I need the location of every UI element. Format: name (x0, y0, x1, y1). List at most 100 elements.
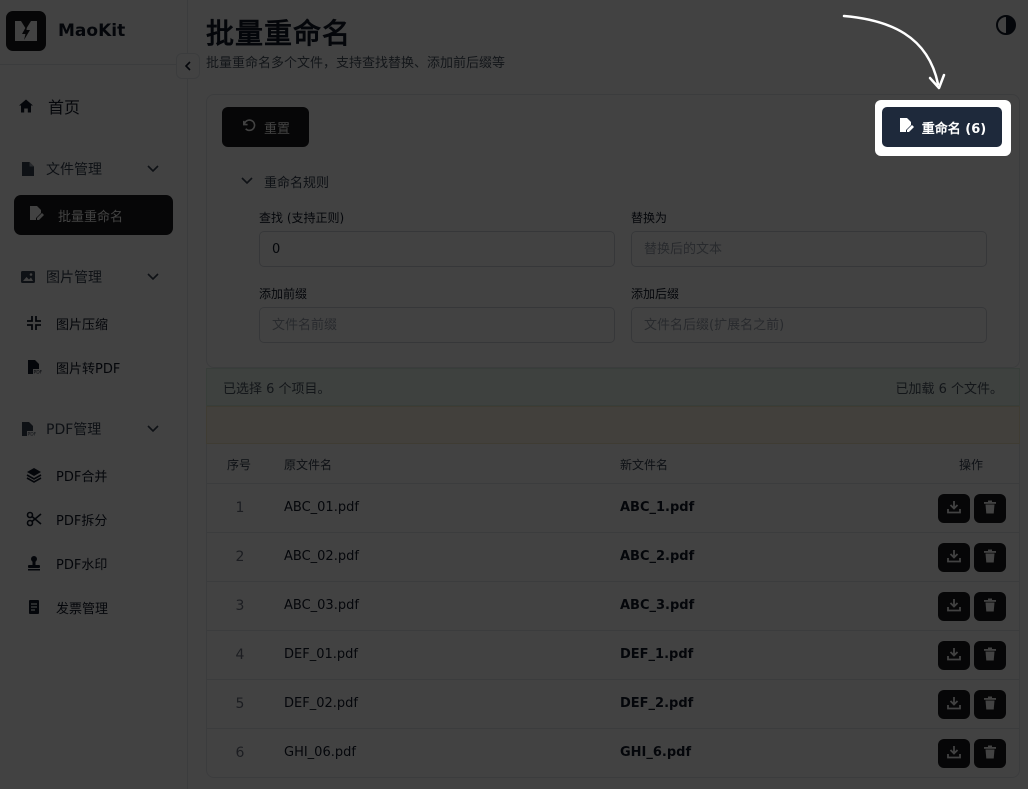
chevron-down-icon (146, 161, 160, 179)
row-old-name: DEF_02.pdf (284, 696, 358, 711)
sidebar-item-home[interactable]: 首页 (18, 94, 80, 118)
download-icon (947, 696, 961, 714)
table-row[interactable]: 5 DEF_02.pdf DEF_2.pdf (207, 680, 1019, 729)
rename-rules-toggle[interactable]: 重命名规则 (240, 172, 329, 191)
layers-icon (26, 467, 42, 483)
sidebar-group-label: PDF管理 (46, 422, 102, 438)
trash-icon (983, 598, 997, 616)
lightning-logo-icon (6, 11, 46, 51)
row-new-name: ABC_1.pdf (620, 500, 695, 515)
row-old-name: GHI_06.pdf (284, 745, 356, 760)
row-old-name: ABC_02.pdf (284, 549, 359, 564)
sidebar-item-pdf-watermark[interactable]: PDF水印 (26, 552, 107, 574)
home-icon (18, 98, 34, 114)
brand[interactable]: MaoKit (6, 10, 125, 52)
col-index-header: 序号 (227, 458, 252, 472)
delete-button[interactable] (974, 641, 1006, 670)
delete-button[interactable] (974, 592, 1006, 621)
sidebar-group-image[interactable]: 图片管理 (20, 265, 170, 289)
chevron-left-icon (182, 57, 194, 76)
app-name: MaoKit (58, 21, 126, 41)
file-table: 序号 原文件名 新文件名 操作 1 ABC_01.pdf ABC_1.pdf 2 ABC… (206, 444, 1020, 778)
table-header: 序号 原文件名 新文件名 操作 (207, 444, 1019, 484)
table-row[interactable]: 2 ABC_02.pdf ABC_2.pdf (207, 533, 1019, 582)
prefix-label: 添加前缀 (259, 287, 308, 301)
sidebar-item-batch-rename[interactable]: 批量重命名 (14, 195, 173, 235)
download-icon (947, 647, 961, 665)
suffix-label: 添加后缀 (631, 287, 680, 301)
sidebar-item-pdf-merge[interactable]: PDF合并 (26, 464, 107, 486)
download-button[interactable] (938, 739, 970, 768)
chevron-down-icon (146, 269, 160, 287)
theme-toggle-button[interactable] (995, 14, 1017, 36)
table-row[interactable]: 1 ABC_01.pdf ABC_1.pdf (207, 484, 1019, 533)
trash-icon (983, 500, 997, 518)
table-row[interactable]: 3 ABC_03.pdf ABC_3.pdf (207, 582, 1019, 631)
find-input[interactable] (259, 231, 615, 267)
download-icon (947, 500, 961, 518)
sidebar-group-pdf[interactable]: PDF PDF管理 (20, 417, 170, 441)
sidebar-group-file[interactable]: 文件管理 (20, 157, 170, 181)
delete-button[interactable] (974, 494, 1006, 523)
pdf-file-icon: PDF (20, 421, 36, 437)
row-new-name: GHI_6.pdf (620, 745, 692, 760)
sidebar-item-pdf-split[interactable]: PDF拆分 (26, 508, 107, 530)
prefix-input[interactable] (259, 307, 615, 343)
svg-text:PDF: PDF (34, 370, 43, 376)
row-old-name: DEF_01.pdf (284, 647, 358, 662)
sidebar-item-label: PDF拆分 (56, 513, 108, 529)
sidebar-item-image-to-pdf[interactable]: PDF 图片转PDF (26, 356, 120, 378)
half-circle-theme-icon (995, 15, 1017, 40)
row-index: 6 (235, 745, 245, 761)
download-button[interactable] (938, 641, 970, 670)
sidebar-collapse-button[interactable] (176, 53, 200, 79)
sidebar-item-label: PDF水印 (56, 557, 108, 573)
file-icon (20, 161, 36, 177)
sidebar-item-label: PDF合并 (56, 469, 108, 485)
sidebar-item-label: 首页 (48, 98, 81, 117)
download-icon (947, 598, 961, 616)
row-index: 2 (235, 549, 245, 565)
image-icon (20, 269, 36, 285)
sidebar-item-label: 图片转PDF (56, 361, 121, 377)
row-new-name: DEF_2.pdf (620, 696, 694, 711)
col-actions-header: 操作 (959, 458, 984, 472)
col-old-name-header: 原文件名 (284, 458, 333, 472)
table-row[interactable]: 4 DEF_01.pdf DEF_1.pdf (207, 631, 1019, 680)
delete-button[interactable] (974, 739, 1006, 768)
row-old-name: ABC_01.pdf (284, 500, 359, 515)
trash-icon (983, 647, 997, 665)
sidebar-item-invoice[interactable]: 发票管理 (26, 596, 108, 618)
reset-button-label: 重置 (263, 121, 290, 137)
compress-icon (26, 315, 42, 331)
stamp-icon (26, 555, 42, 571)
download-button[interactable] (938, 690, 970, 719)
download-icon (947, 549, 961, 567)
row-index: 4 (235, 647, 245, 663)
replace-input[interactable] (631, 231, 987, 267)
scissors-icon (26, 511, 42, 527)
download-button[interactable] (938, 494, 970, 523)
pdf-file-icon: PDF (26, 359, 42, 375)
table-row[interactable]: 6 GHI_06.pdf GHI_6.pdf (207, 729, 1019, 778)
sidebar-item-image-compress[interactable]: 图片压缩 (26, 312, 108, 334)
row-old-name: ABC_03.pdf (284, 598, 359, 613)
reset-button[interactable]: 重置 (222, 107, 309, 147)
invoice-icon (26, 599, 42, 615)
row-index: 1 (235, 500, 245, 516)
rotate-ccw-icon (241, 118, 256, 137)
file-edit-icon (28, 205, 44, 225)
row-new-name: DEF_1.pdf (620, 647, 694, 662)
sidebar-divider (0, 64, 187, 65)
delete-button[interactable] (974, 543, 1006, 572)
pointer-arrow-icon (842, 14, 946, 90)
rename-button[interactable]: 重命名 (6) (882, 107, 1002, 147)
download-icon (947, 745, 961, 763)
download-button[interactable] (938, 592, 970, 621)
chevron-down-icon (146, 421, 160, 439)
row-index: 3 (235, 598, 245, 614)
suffix-input[interactable] (631, 307, 987, 343)
delete-button[interactable] (974, 690, 1006, 719)
download-button[interactable] (938, 543, 970, 572)
trash-icon (983, 696, 997, 714)
